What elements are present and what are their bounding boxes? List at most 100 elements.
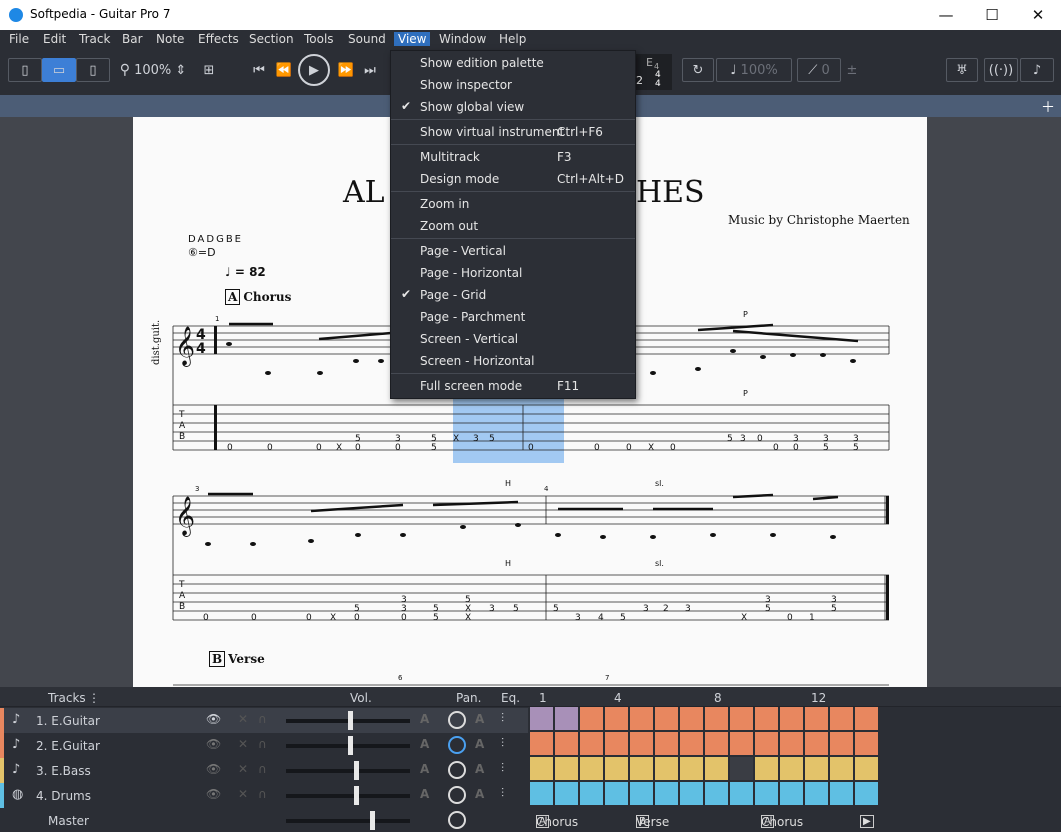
bar-cell[interactable] [755, 707, 779, 731]
visibility-eye-icon[interactable]: 👁 [206, 787, 221, 801]
volume-slider[interactable] [286, 794, 410, 798]
menu-edit[interactable]: Edit [43, 32, 66, 46]
bar-cell[interactable] [680, 707, 704, 731]
track-row[interactable]: ♪ 3. E.Bass 👁 ✕ ∩ A A ⫶ [0, 758, 528, 783]
volume-slider[interactable] [286, 769, 410, 773]
bar-cell[interactable] [730, 732, 754, 756]
bar-cell[interactable] [680, 732, 704, 756]
bar-cell[interactable] [680, 782, 704, 806]
bar-cell[interactable] [780, 732, 804, 756]
bar-cell[interactable] [755, 757, 779, 781]
bar-cell[interactable] [580, 782, 604, 806]
bar-cell[interactable] [555, 707, 579, 731]
bar-cell[interactable] [830, 782, 854, 806]
bar-cell[interactable] [580, 707, 604, 731]
bar-cell[interactable] [780, 757, 804, 781]
bar-cell[interactable] [605, 732, 629, 756]
bar-cell[interactable] [605, 757, 629, 781]
bar-cell[interactable] [730, 782, 754, 806]
eq-icon[interactable]: ⫶ [501, 786, 504, 801]
automation-icon[interactable]: A [475, 737, 484, 751]
volume-knob[interactable] [348, 711, 354, 730]
mute-icon[interactable]: ✕ [238, 787, 248, 801]
bar-cell[interactable] [630, 757, 654, 781]
menu-track[interactable]: Track [79, 32, 110, 46]
layout-right-panel-button[interactable]: ▯ [76, 58, 110, 82]
menu-effects[interactable]: Effects [198, 32, 239, 46]
capo-stepper[interactable]: ± [843, 58, 861, 82]
menu-item-design-mode[interactable]: Design mode Ctrl+Alt+D [391, 168, 635, 190]
visibility-eye-icon[interactable]: 👁 [206, 762, 221, 776]
menu-item-page-parchment[interactable]: Page - Parchment [391, 306, 635, 328]
bar-cell[interactable] [830, 757, 854, 781]
volume-knob[interactable] [348, 736, 354, 755]
solo-headphones-icon[interactable]: ∩ [258, 762, 267, 776]
menu-section[interactable]: Section [249, 32, 294, 46]
menu-tools[interactable]: Tools [304, 32, 334, 46]
menu-bar-item[interactable]: Bar [122, 32, 143, 46]
bar-cell[interactable] [855, 782, 879, 806]
menu-item-multitrack[interactable]: Multitrack F3 [391, 146, 635, 168]
menu-item-zoom-out[interactable]: Zoom out [391, 215, 635, 237]
visibility-eye-icon[interactable]: 👁 [206, 712, 221, 726]
bar-cell[interactable] [655, 782, 679, 806]
automation-icon[interactable]: A [420, 712, 429, 726]
volume-knob[interactable] [354, 786, 360, 805]
menu-note[interactable]: Note [156, 32, 184, 46]
master-row[interactable]: Master [0, 808, 528, 832]
bar-cell[interactable] [855, 732, 879, 756]
bar-cell[interactable] [830, 707, 854, 731]
master-pan-knob[interactable] [448, 811, 466, 829]
bar-cell[interactable] [680, 757, 704, 781]
maximize-button[interactable]: ☐ [969, 0, 1015, 30]
add-tab-button[interactable]: ＋ [1041, 97, 1055, 117]
menu-file[interactable]: File [9, 32, 29, 46]
solo-headphones-icon[interactable]: ∩ [258, 712, 267, 726]
bar-cell[interactable] [805, 707, 829, 731]
bar-cell[interactable] [705, 782, 729, 806]
bar-cell[interactable] [555, 782, 579, 806]
layout-bottom-panel-button[interactable]: ▭ [42, 58, 76, 82]
pan-knob[interactable] [448, 761, 466, 779]
bar-cell[interactable] [780, 707, 804, 731]
bar-cell[interactable] [755, 782, 779, 806]
track-row[interactable]: ♪ 1. E.Guitar 👁 ✕ ∩ A A ⫶ [0, 708, 528, 733]
automation-icon[interactable]: A [475, 787, 484, 801]
bar-cell[interactable] [705, 732, 729, 756]
loop-button[interactable]: ↻ [682, 58, 714, 82]
bar-cell[interactable] [530, 782, 554, 806]
audio-settings-button[interactable]: ((·)) [984, 58, 1018, 82]
automation-icon[interactable]: A [420, 787, 429, 801]
menu-item-page-vertical[interactable]: Page - Vertical [391, 240, 635, 262]
play-button[interactable]: ▶ [298, 54, 330, 86]
solo-headphones-icon[interactable]: ∩ [258, 737, 267, 751]
automation-icon[interactable]: A [420, 737, 429, 751]
pan-knob[interactable] [448, 711, 466, 729]
bar-cell[interactable] [855, 707, 879, 731]
eq-icon[interactable]: ⫶ [501, 761, 504, 776]
mute-icon[interactable]: ✕ [238, 712, 248, 726]
instrument-button[interactable]: ♪ [1020, 58, 1054, 82]
tracks-menu-icon[interactable]: ⋮ [88, 691, 100, 705]
menu-item-zoom-in[interactable]: Zoom in [391, 193, 635, 215]
menu-item-show-virtual-instrument[interactable]: Show virtual instrument Ctrl+F6 [391, 121, 635, 143]
bar-cell[interactable] [630, 732, 654, 756]
bar-cell[interactable] [530, 707, 554, 731]
bar-cell[interactable] [580, 757, 604, 781]
master-volume-slider[interactable] [286, 819, 410, 823]
zoom-control[interactable]: ⚲ 100% ⇕ [117, 58, 189, 82]
menu-item-page-grid[interactable]: ✔ Page - Grid [391, 284, 635, 306]
master-volume-knob[interactable] [370, 811, 375, 830]
bar-cell[interactable] [555, 732, 579, 756]
volume-knob[interactable] [354, 761, 360, 780]
menu-window[interactable]: Window [439, 32, 486, 46]
eq-icon[interactable]: ⫶ [501, 711, 504, 726]
menu-item-screen-horizontal[interactable]: Screen - Horizontal [391, 350, 635, 372]
close-button[interactable]: ✕ [1015, 0, 1061, 30]
menu-item-show-edition-palette[interactable]: Show edition palette [391, 52, 635, 74]
visibility-eye-icon[interactable]: 👁 [206, 737, 221, 751]
bar-cell[interactable] [655, 707, 679, 731]
menu-item-screen-vertical[interactable]: Screen - Vertical [391, 328, 635, 350]
bar-cell[interactable] [730, 757, 754, 781]
menu-sound[interactable]: Sound [348, 32, 386, 46]
